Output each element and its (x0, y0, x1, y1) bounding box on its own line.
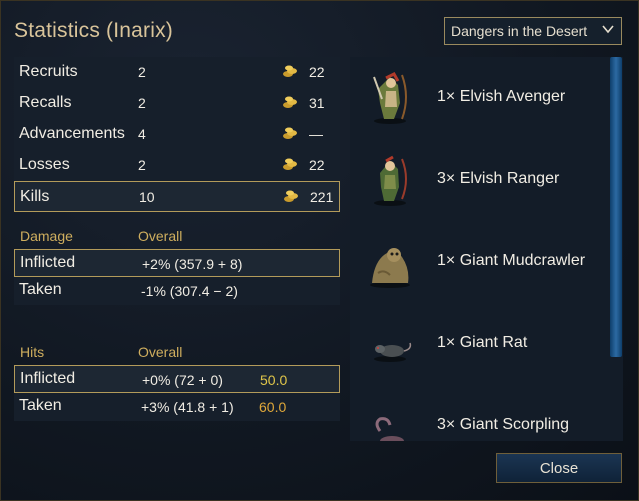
hits-header: Hits (20, 344, 45, 360)
summary-count: 4 (138, 126, 146, 142)
unit-name: 3× Giant Scorpling (437, 416, 570, 433)
summary-cost: 31 (309, 95, 325, 111)
stat-value: -1% (307.4 − 2) (141, 283, 238, 299)
summary-row-recruits[interactable]: Recruits 2 22 (14, 57, 340, 88)
scenario-dropdown-label: Dangers in the Desert (451, 23, 588, 39)
gold-icon (284, 190, 298, 202)
summary-row-recalls[interactable]: Recalls 2 31 (14, 88, 340, 119)
stat-value: +2% (357.9 + 8) (142, 256, 243, 272)
stat-value: +3% (41.8 + 1) (141, 399, 234, 415)
summary-label: Losses (19, 156, 70, 173)
summary-cost: 22 (309, 157, 325, 173)
damage-header: Damage (20, 228, 73, 244)
stat-label: Inflicted (20, 254, 76, 271)
summary-count: 2 (138, 64, 146, 80)
gold-icon (283, 96, 297, 108)
damage-row-taken[interactable]: Taken -1% (307.4 − 2) (14, 277, 340, 305)
statistics-dialog: Statistics (Inarix) Dangers in the Deser… (0, 0, 639, 501)
hits-row-inflicted[interactable]: Inflicted +0% (72 + 0) 50.0 (14, 365, 340, 393)
summary-row-kills[interactable]: Kills 10 221 (14, 181, 340, 212)
scenario-dropdown[interactable]: Dangers in the Desert (444, 17, 622, 45)
giant-scorpling-icon (375, 417, 404, 441)
summary-label: Recruits (19, 63, 78, 80)
summary-row-advancements[interactable]: Advancements 4 — (14, 119, 340, 150)
elvish-ranger-icon (374, 155, 407, 206)
elvish-avenger-icon (373, 72, 407, 124)
stat-percent: 50.0 (260, 372, 288, 388)
summary-count: 2 (138, 157, 146, 173)
list-item[interactable]: 1× Elvish Avenger (350, 57, 608, 139)
summary-count: 10 (139, 189, 155, 205)
list-item[interactable]: 3× Giant Scorpling (350, 385, 608, 441)
unit-name: 1× Giant Rat (437, 334, 528, 351)
hits-row-taken[interactable]: Taken +3% (41.8 + 1) 60.0 (14, 393, 340, 421)
summary-count: 2 (138, 95, 146, 111)
stat-label: Inflicted (20, 370, 76, 387)
stat-label: Taken (19, 281, 62, 298)
summary-row-losses[interactable]: Losses 2 22 (14, 150, 340, 181)
unit-list[interactable]: 1× Elvish Avenger 3× Elvish Ranger 1× Gi… (350, 57, 623, 441)
giant-rat-icon (374, 342, 412, 362)
close-button[interactable]: Close (496, 453, 622, 483)
summary-cost: 221 (310, 189, 334, 205)
gold-icon (283, 65, 297, 77)
unit-name: 3× Elvish Ranger (437, 170, 560, 187)
gold-icon (283, 158, 297, 170)
unit-name: 1× Elvish Avenger (437, 88, 566, 105)
summary-cost: — (309, 126, 323, 142)
list-item[interactable]: 3× Elvish Ranger (350, 139, 608, 221)
unit-name: 1× Giant Mudcrawler (437, 252, 586, 269)
damage-overall-header: Overall (138, 228, 183, 244)
gold-icon (283, 127, 297, 139)
summary-label: Advancements (19, 125, 125, 142)
stat-percent: 60.0 (259, 399, 287, 415)
summary-label: Recalls (19, 94, 72, 111)
stat-label: Taken (19, 397, 62, 414)
dialog-title: Statistics (Inarix) (14, 19, 173, 42)
giant-mudcrawler-icon (370, 248, 410, 288)
summary-cost: 22 (309, 64, 325, 80)
summary-label: Kills (20, 188, 50, 205)
stat-value: +0% (72 + 0) (142, 372, 223, 388)
unit-list-scrollbar[interactable] (610, 57, 622, 357)
hits-overall-header: Overall (138, 344, 183, 360)
chevron-down-icon (602, 25, 614, 34)
list-item[interactable]: 1× Giant Rat (350, 303, 608, 385)
damage-row-inflicted[interactable]: Inflicted +2% (357.9 + 8) (14, 249, 340, 277)
list-item[interactable]: 1× Giant Mudcrawler (350, 221, 608, 303)
